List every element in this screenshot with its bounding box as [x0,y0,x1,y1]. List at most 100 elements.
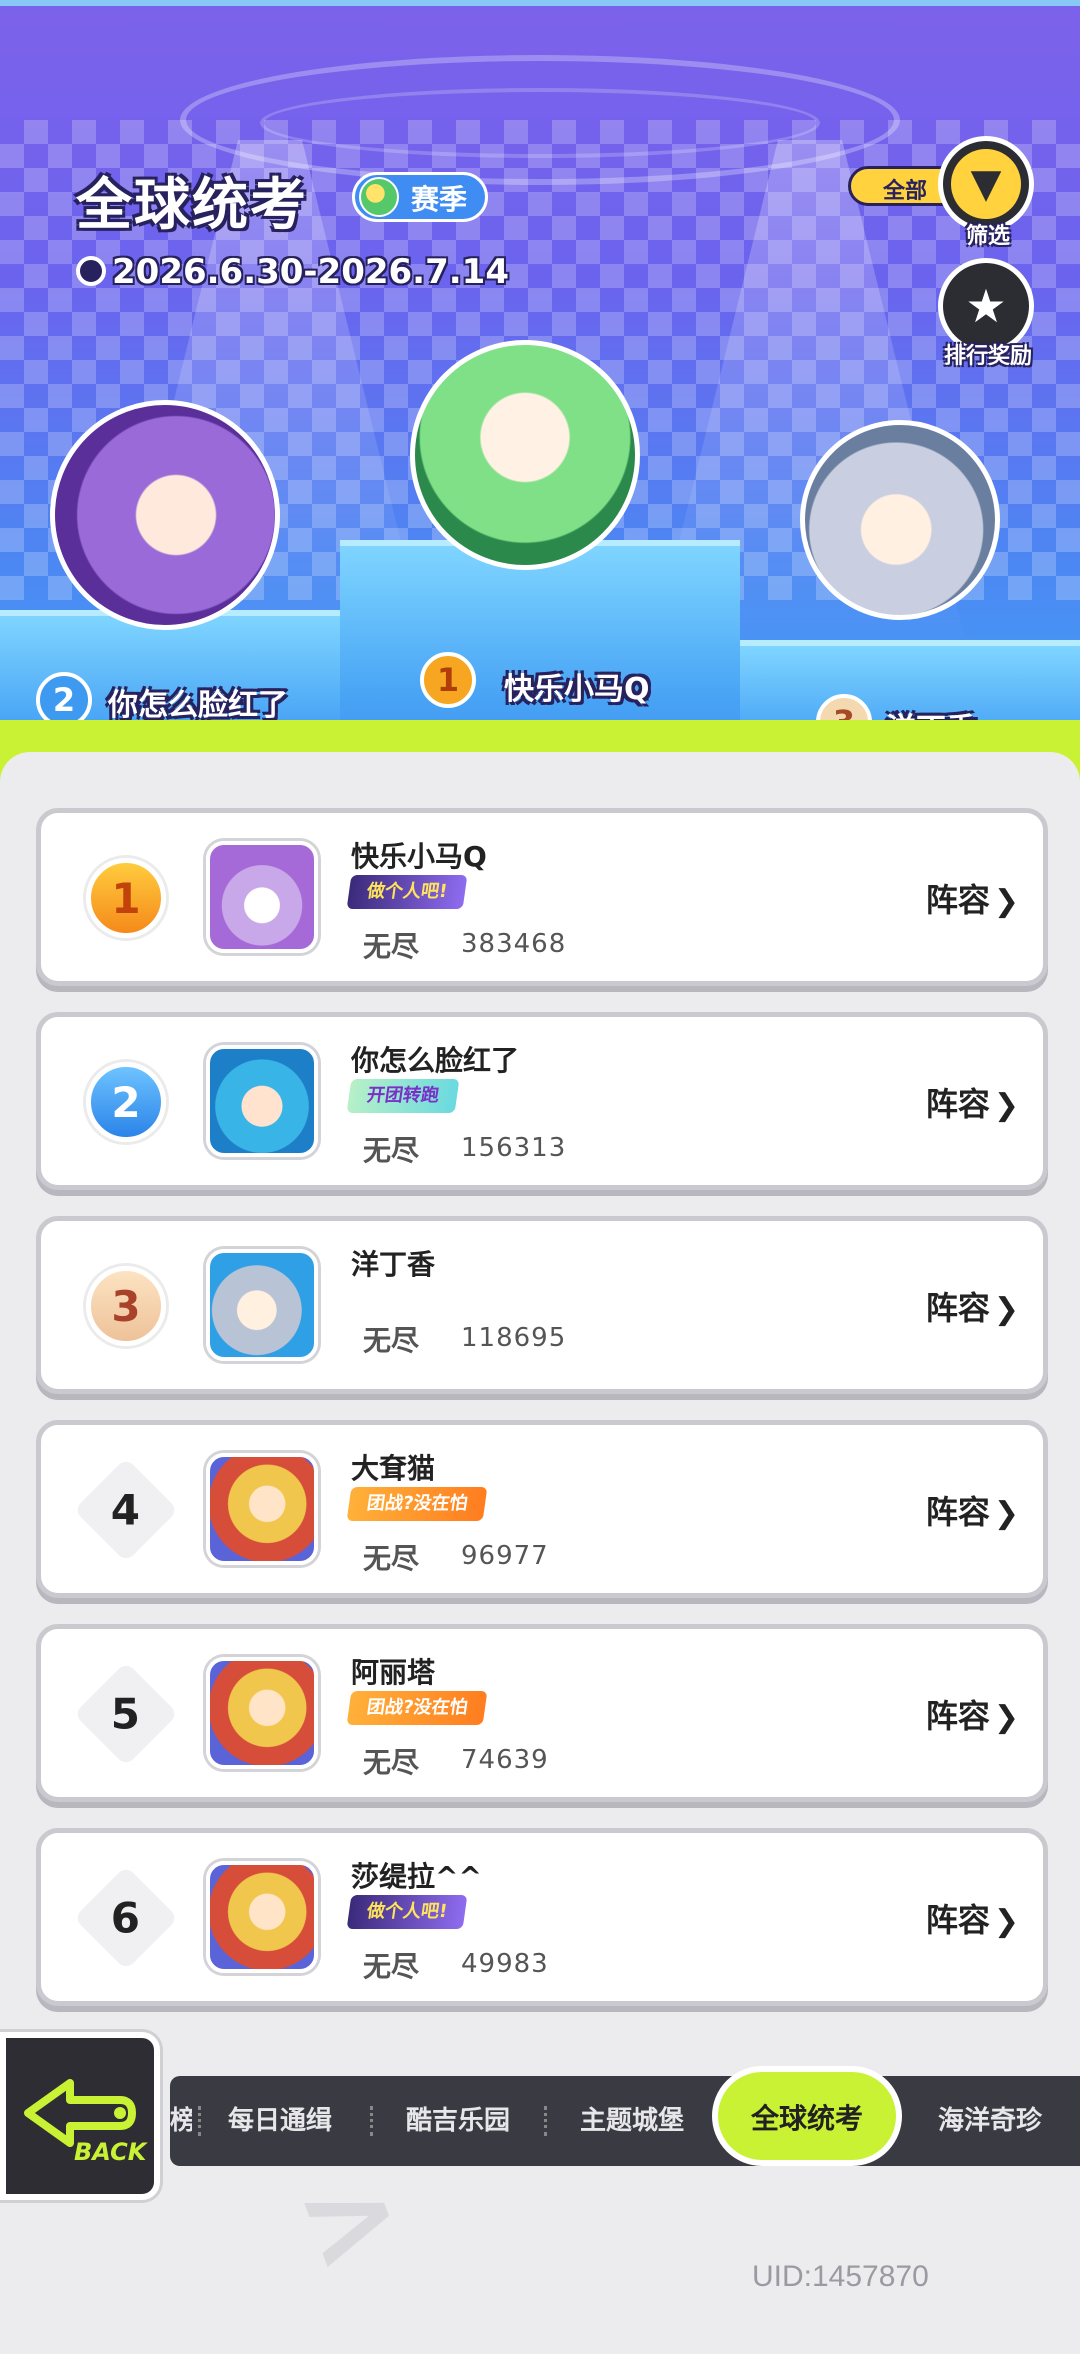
player-title-tag: 开团转跑 [346,1079,460,1113]
mode-label: 无尽 [363,1134,420,1167]
tab-global-exam[interactable]: 全球统考 [712,2066,902,2166]
lineup-button[interactable]: 阵容 ❯ [926,1691,1019,1737]
bronze-star-icon: 3 [86,1266,166,1346]
tab-theme-castle[interactable]: 主题城堡 [552,2076,712,2166]
chevron-right-icon: ❯ [993,884,1019,919]
lineup-label: 阵容 [925,1493,990,1531]
lineup-label: 阵容 [925,1289,990,1327]
mode-label: 无尽 [363,930,420,963]
globe-icon [359,177,399,217]
score: 383468 [461,929,567,959]
medal-1-icon: 1 [420,652,476,708]
back-label: BACK [74,2138,147,2166]
podium-name-2: 你怎么脸红了 [108,688,288,723]
player-name: 大耷猫 [351,1452,436,1485]
rank-badge: 4 [73,1457,179,1563]
lineup-button[interactable]: 阵容 ❯ [926,1487,1019,1533]
score: 49983 [461,1949,549,1979]
podium-character-2[interactable] [50,400,280,630]
chevron-right-icon: ❯ [993,1904,1019,1939]
avatar[interactable] [206,1657,318,1769]
mode-label: 无尽 [363,1746,420,1779]
rank-number: 4 [111,1485,141,1535]
season-badge-label: 赛季 [411,183,468,216]
mode-tab-bar: 榜 每日通缉 酷吉乐园 主题城堡 全球统考 海洋奇珍 [170,2066,1080,2166]
tab-ocean-treasure[interactable]: 海洋奇珍 [910,2076,1070,2166]
chevron-right-icon: ❯ [993,1496,1019,1531]
podium-character-1[interactable] [410,340,640,570]
gold-star-icon: 1 [86,858,166,938]
rank-badge: 3 [81,1261,171,1351]
rank-badge: 1 [81,853,171,943]
mode-label: 无尽 [363,1542,420,1575]
player-name: 阿丽塔 [351,1656,436,1689]
rank-reward-label: 排行奖励 [943,344,1032,369]
score: 74639 [461,1745,549,1775]
player-name: 快乐小马Q [351,840,487,873]
tab-divider [198,2106,202,2136]
season-badge: 赛季 [352,172,489,222]
mode-label: 无尽 [363,1950,420,1983]
tab-partial[interactable]: 榜 [170,2076,192,2166]
lineup-label: 阵容 [925,1901,990,1939]
score: 118695 [461,1323,567,1353]
lineup-button[interactable]: 阵容 ❯ [926,875,1019,921]
avatar[interactable] [206,1453,318,1565]
podium-character-3[interactable] [800,420,1000,620]
mode-label: 无尽 [363,1324,420,1357]
floor-edge [0,752,1080,790]
ranking-row[interactable]: 4 大耷猫 团战?没在怕 无尽 96977 阵容 ❯ [36,1420,1048,1598]
rank-badge: 5 [73,1661,179,1767]
filter-value: 全部 [883,179,928,204]
stage-ring [260,88,820,158]
diamond-rank-icon: 4 [73,1457,179,1563]
chevron-right-icon: ❯ [993,1088,1019,1123]
ranking-row[interactable]: 6 莎缇拉^^ 做个人吧! 无尽 49983 阵容 ❯ [36,1828,1048,2006]
rank-number: 5 [111,1689,141,1739]
player-name: 你怎么脸红了 [351,1044,520,1077]
lineup-label: 阵容 [925,881,990,919]
filter-label: 筛选 [965,224,1010,249]
score: 156313 [461,1133,567,1163]
player-title-tag: 团战?没在怕 [346,1487,488,1521]
top-strip [0,0,1080,6]
avatar[interactable] [206,1045,318,1157]
page-title: 全球统考 [76,173,308,238]
avatar[interactable] [206,841,318,953]
player-name: 莎缇拉^^ [351,1860,482,1893]
back-button[interactable]: BACK [0,2032,160,2200]
lineup-button[interactable]: 阵容 ❯ [926,1079,1019,1125]
user-uid: UID:1457870 [752,2260,929,2293]
player-title-tag: 做个人吧! [346,875,468,909]
player-name: 洋丁香 [351,1248,436,1281]
lineup-button[interactable]: 阵容 ❯ [926,1283,1019,1329]
rank-badge: 6 [73,1865,179,1971]
ranking-row[interactable]: 2 你怎么脸红了 开团转跑 无尽 156313 阵容 ❯ [36,1012,1048,1190]
lineup-label: 阵容 [925,1697,990,1735]
ranking-row[interactable]: 3 洋丁香 无尽 118695 阵容 ❯ [36,1216,1048,1394]
lineup-label: 阵容 [925,1085,990,1123]
trophy-icon: ★ [965,279,1007,333]
score: 96977 [461,1541,549,1571]
tab-kuji-park[interactable]: 酷吉乐园 [378,2076,538,2166]
diamond-rank-icon: 6 [73,1865,179,1971]
podium-name-1: 快乐小马Q [504,672,650,707]
ranking-row[interactable]: 5 阿丽塔 团战?没在怕 无尽 74639 阵容 ❯ [36,1624,1048,1802]
ranking-row[interactable]: 1 快乐小马Q 做个人吧! 无尽 383468 阵容 ❯ [36,808,1048,986]
tab-divider [544,2106,548,2136]
avatar[interactable] [206,1861,318,1973]
rank-badge: 2 [81,1057,171,1147]
avatar[interactable] [206,1249,318,1361]
funnel-icon: ▼ [951,149,1021,219]
chevron-right-icon: ❯ [993,1292,1019,1327]
season-header: 全球统考 赛季 2026.6.30-2026.7.14 全部 ▼ 筛选 ★ 排行… [0,0,1080,790]
lineup-button[interactable]: 阵容 ❯ [926,1895,1019,1941]
clock-icon [76,256,106,286]
date-range-text: 2026.6.30-2026.7.14 [112,252,509,292]
chevron-right-icon: ❯ [993,1700,1019,1735]
diamond-rank-icon: 5 [73,1661,179,1767]
silver-star-icon: 2 [86,1062,166,1142]
player-title-tag: 做个人吧! [346,1895,468,1929]
rank-number: 6 [111,1893,141,1943]
tab-daily-wanted[interactable]: 每日通缉 [206,2076,354,2166]
